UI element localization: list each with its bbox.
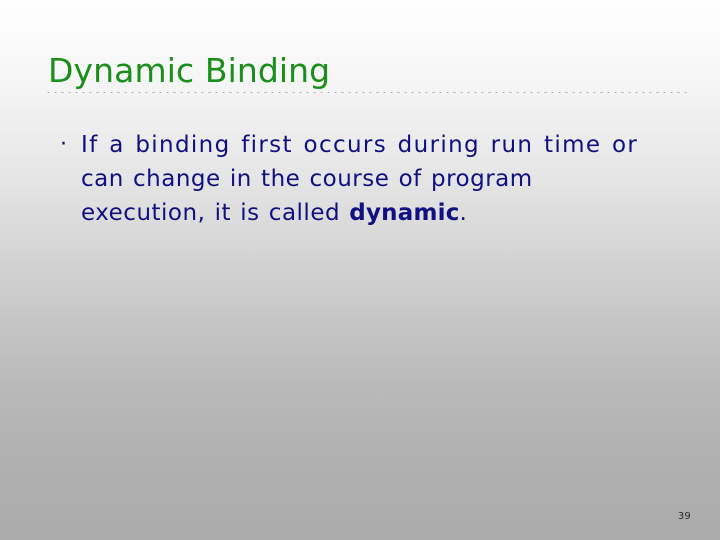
page-number: 39	[677, 511, 691, 522]
slide-body: · If a binding first occurs during run t…	[56, 128, 670, 230]
bullet-line-2: can change in the course of program	[81, 166, 533, 192]
bullet-point-icon: ·	[60, 132, 67, 157]
bullet-line-3-prefix: execution, it is called	[81, 200, 350, 226]
title-divider	[45, 90, 690, 93]
list-item: · If a binding first occurs during run t…	[56, 128, 670, 230]
emphasized-term: dynamic	[349, 200, 460, 226]
page-title: Dynamic Binding	[48, 51, 331, 91]
list-item-text: If a binding first occurs during run tim…	[81, 128, 670, 230]
bullet-line-1: If a binding first occurs during run tim…	[81, 132, 639, 158]
bullet-line-3-suffix: .	[459, 200, 468, 226]
slide-canvas: Dynamic Binding · If a binding first occ…	[0, 0, 720, 540]
bullet-line-3: execution, it is called dynamic.	[81, 196, 670, 230]
